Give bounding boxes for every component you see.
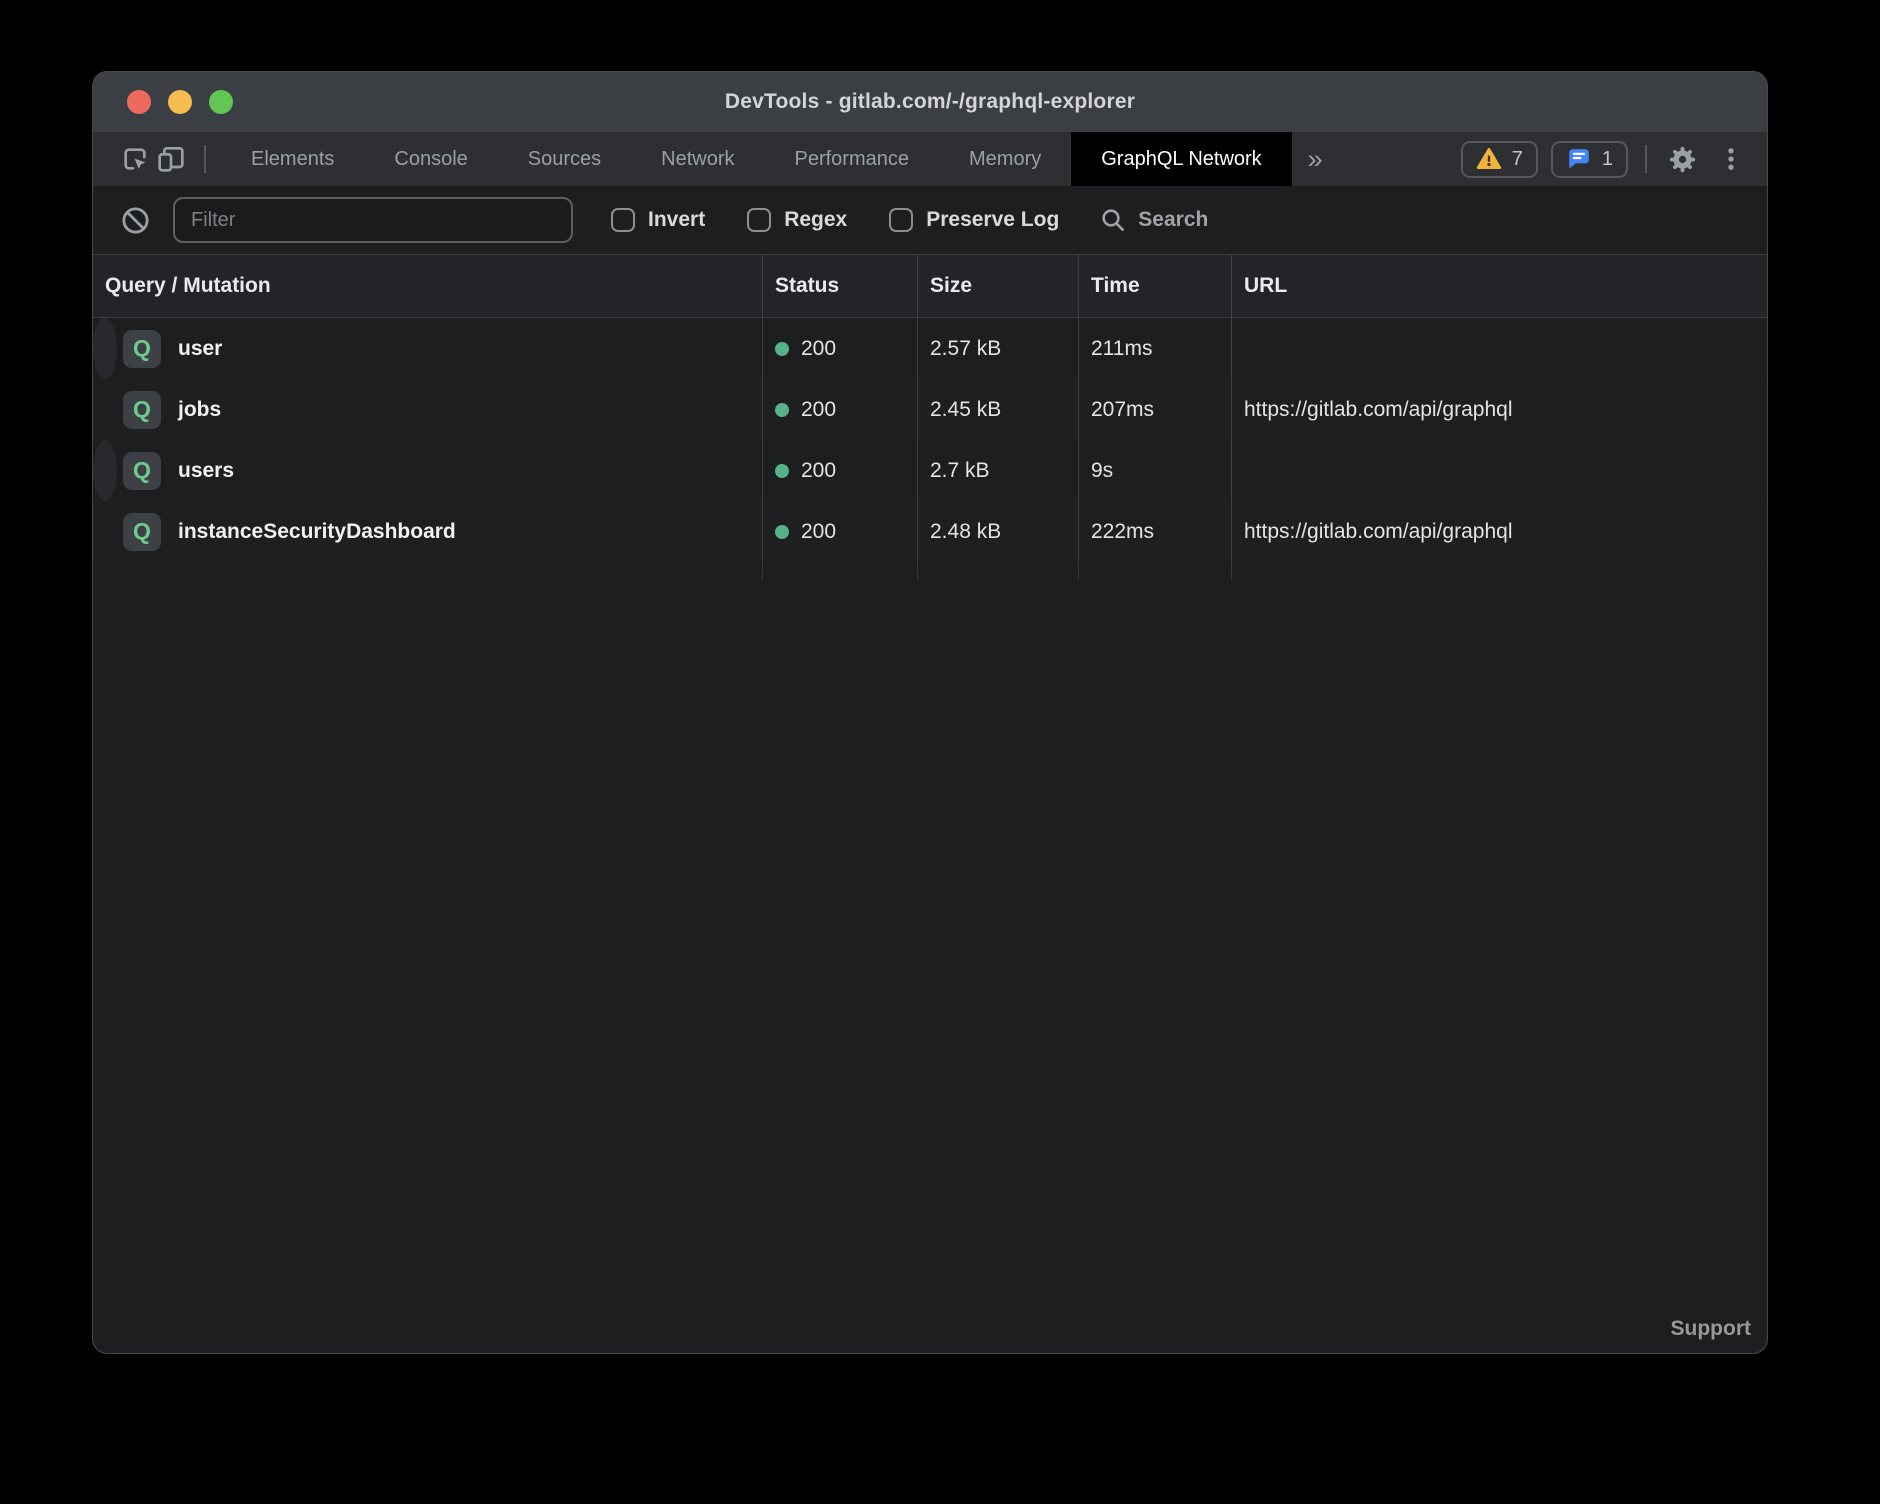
query-type-badge: Q xyxy=(123,330,161,368)
table-header-row: Query / Mutation Status Size Time URL xyxy=(93,254,1767,318)
search-label: Search xyxy=(1138,208,1208,232)
column-header-size[interactable]: Size xyxy=(918,255,1079,317)
inspect-element-button[interactable] xyxy=(117,141,153,177)
gear-icon xyxy=(1667,144,1698,175)
tabbar-right-controls: 7 1 xyxy=(1461,141,1749,178)
more-tabs-button[interactable]: » xyxy=(1292,144,1339,175)
column-header-time[interactable]: Time xyxy=(1079,255,1232,317)
tab-sources[interactable]: Sources xyxy=(498,132,631,186)
url-value: https://gitlab.com/api/graphql xyxy=(1244,398,1513,422)
status-ok-dot xyxy=(775,464,789,478)
status-value: 200 xyxy=(801,337,836,361)
size-value: 2.45 kB xyxy=(930,398,1001,422)
column-header-query[interactable]: Query / Mutation xyxy=(93,255,763,317)
invert-label: Invert xyxy=(648,208,705,232)
tab-graphql-network[interactable]: GraphQL Network xyxy=(1071,132,1291,186)
customize-devtools-button[interactable] xyxy=(1713,141,1749,177)
traffic-lights xyxy=(127,72,233,132)
search-icon xyxy=(1099,206,1127,234)
query-type-badge: Q xyxy=(123,391,161,429)
tab-network[interactable]: Network xyxy=(631,132,764,186)
status-ok-dot xyxy=(775,342,789,356)
device-toolbar-button[interactable] xyxy=(153,141,189,177)
preserve-log-checkbox[interactable] xyxy=(889,208,913,232)
issues-count: 1 xyxy=(1602,148,1613,171)
size-value: 2.7 kB xyxy=(930,459,990,483)
close-window-button[interactable] xyxy=(127,90,151,114)
size-value: 2.57 kB xyxy=(930,337,1001,361)
column-header-status[interactable]: Status xyxy=(763,255,918,317)
devtools-tabbar: Elements Console Sources Network Perform… xyxy=(93,132,1767,186)
query-name: jobs xyxy=(178,398,221,422)
issues-badge-button[interactable]: 1 xyxy=(1551,141,1628,178)
preserve-log-label: Preserve Log xyxy=(926,208,1059,232)
table-row[interactable]: Q users 200 2.7 kB 9s https://gitlab.com… xyxy=(93,440,117,501)
tab-elements[interactable]: Elements xyxy=(221,132,364,186)
settings-button[interactable] xyxy=(1664,141,1700,177)
zoom-window-button[interactable] xyxy=(209,90,233,114)
panel-tabs: Elements Console Sources Network Perform… xyxy=(221,132,1292,186)
minimize-window-button[interactable] xyxy=(168,90,192,114)
query-type-badge: Q xyxy=(123,513,161,551)
filter-input[interactable] xyxy=(173,197,573,243)
query-type-badge: Q xyxy=(123,452,161,490)
table-row[interactable]: Q instanceSecurityDashboard 200 2.48 kB … xyxy=(93,501,1767,562)
screen-background: DevTools - gitlab.com/-/graphql-explorer… xyxy=(0,0,1880,1504)
empty-results-area: Support xyxy=(93,580,1767,1353)
query-name: users xyxy=(178,459,234,483)
warnings-badge-button[interactable]: 7 xyxy=(1461,141,1538,178)
devtools-window: DevTools - gitlab.com/-/graphql-explorer… xyxy=(93,72,1767,1353)
time-value: 211ms xyxy=(1091,337,1152,361)
time-value: 222ms xyxy=(1091,520,1154,544)
query-name: user xyxy=(178,337,222,361)
block-icon xyxy=(120,205,151,236)
column-header-url[interactable]: URL xyxy=(1232,255,1767,317)
warning-triangle-icon xyxy=(1476,146,1502,172)
device-toolbar-icon xyxy=(155,143,187,175)
clear-log-button[interactable] xyxy=(117,202,153,238)
support-link[interactable]: Support xyxy=(1671,1317,1751,1341)
time-value: 207ms xyxy=(1091,398,1154,422)
message-bubble-icon xyxy=(1566,146,1592,172)
search-button[interactable]: Search xyxy=(1099,206,1208,234)
status-value: 200 xyxy=(801,520,836,544)
status-ok-dot xyxy=(775,403,789,417)
preserve-log-checkbox-group[interactable]: Preserve Log xyxy=(889,208,1059,232)
inspect-cursor-icon xyxy=(119,143,151,175)
tab-memory[interactable]: Memory xyxy=(939,132,1071,186)
window-titlebar: DevTools - gitlab.com/-/graphql-explorer xyxy=(93,72,1767,132)
kebab-menu-icon xyxy=(1717,145,1745,173)
table-row[interactable]: Q user 200 2.57 kB 211ms https://gitlab.… xyxy=(93,318,117,379)
invert-checkbox[interactable] xyxy=(611,208,635,232)
window-title: DevTools - gitlab.com/-/graphql-explorer xyxy=(725,90,1135,114)
url-value: https://gitlab.com/api/graphql xyxy=(1244,520,1513,544)
query-name: instanceSecurityDashboard xyxy=(178,520,456,544)
status-ok-dot xyxy=(775,525,789,539)
toolbar-separator xyxy=(204,145,206,173)
regex-label: Regex xyxy=(784,208,847,232)
invert-checkbox-group[interactable]: Invert xyxy=(611,208,705,232)
tab-performance[interactable]: Performance xyxy=(765,132,940,186)
status-value: 200 xyxy=(801,398,836,422)
regex-checkbox[interactable] xyxy=(747,208,771,232)
size-value: 2.48 kB xyxy=(930,520,1001,544)
filter-toolbar: Invert Regex Preserve Log Search xyxy=(93,186,1767,254)
tab-console[interactable]: Console xyxy=(364,132,497,186)
table-row[interactable]: Q jobs 200 2.45 kB 207ms https://gitlab.… xyxy=(93,379,1767,440)
column-guides xyxy=(93,562,1767,580)
controls-separator xyxy=(1645,145,1647,173)
status-value: 200 xyxy=(801,459,836,483)
warnings-count: 7 xyxy=(1512,148,1523,171)
regex-checkbox-group[interactable]: Regex xyxy=(747,208,847,232)
time-value: 9s xyxy=(1091,459,1113,483)
